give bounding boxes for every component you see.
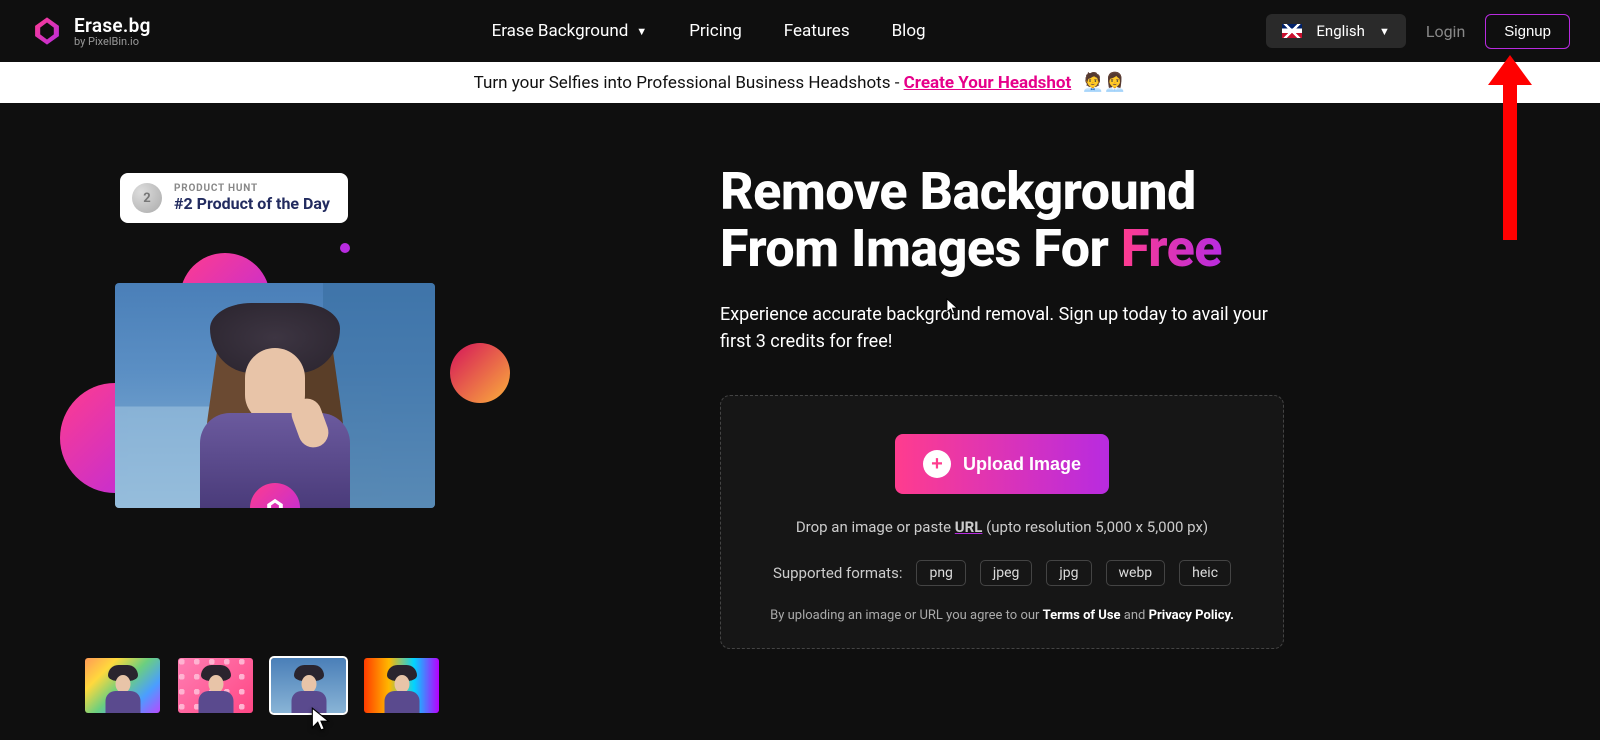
main-nav: Erase Background ▼ Pricing Features Blog bbox=[492, 21, 926, 41]
logo-icon bbox=[30, 14, 64, 48]
upload-image-button[interactable]: + Upload Image bbox=[895, 434, 1109, 494]
nav-blog[interactable]: Blog bbox=[892, 21, 926, 41]
decorative-bubble bbox=[340, 243, 350, 253]
terms-link[interactable]: Terms of Use bbox=[1043, 608, 1121, 623]
preview-image bbox=[115, 283, 435, 508]
signup-button[interactable]: Signup bbox=[1485, 14, 1570, 49]
formats-label: Supported formats: bbox=[773, 564, 903, 582]
ph-label: PRODUCT HUNT bbox=[174, 183, 330, 194]
language-select[interactable]: English ▼ bbox=[1266, 14, 1405, 48]
terms-text: By uploading an image or URL you agree t… bbox=[751, 608, 1253, 623]
decorative-bubble bbox=[450, 343, 510, 403]
hero-text-column: Remove Background From Images For Free E… bbox=[720, 143, 1540, 713]
format-pill: webp bbox=[1106, 560, 1166, 586]
product-hunt-badge[interactable]: 2 PRODUCT HUNT #2 Product of the Day bbox=[120, 173, 348, 223]
hero-subtitle: Experience accurate background removal. … bbox=[720, 301, 1280, 355]
header: Erase.bg by PixelBin.io Erase Background… bbox=[0, 0, 1600, 62]
plus-icon: + bbox=[923, 450, 951, 478]
thumbnail[interactable] bbox=[178, 658, 253, 713]
nav-features[interactable]: Features bbox=[784, 21, 850, 41]
chevron-down-icon: ▼ bbox=[1379, 25, 1390, 38]
main-content: 2 PRODUCT HUNT #2 Product of the Day bbox=[0, 103, 1600, 713]
format-pill: jpeg bbox=[980, 560, 1033, 586]
banner-text: Turn your Selfies into Professional Busi… bbox=[474, 73, 904, 93]
banner-link[interactable]: Create Your Headshot bbox=[904, 73, 1072, 93]
header-right: English ▼ Login Signup bbox=[1266, 14, 1570, 49]
language-label: English bbox=[1316, 22, 1365, 40]
paste-url-link[interactable]: URL bbox=[955, 518, 983, 536]
medal-icon: 2 bbox=[132, 183, 162, 213]
promo-banner: Turn your Selfies into Professional Busi… bbox=[0, 62, 1600, 103]
thumbnail[interactable] bbox=[364, 658, 439, 713]
nav-pricing[interactable]: Pricing bbox=[689, 21, 742, 41]
upload-box[interactable]: + Upload Image Drop an image or paste UR… bbox=[720, 395, 1284, 649]
format-pill: png bbox=[916, 560, 965, 586]
logo-title: Erase.bg bbox=[74, 14, 151, 37]
logo[interactable]: Erase.bg by PixelBin.io bbox=[30, 14, 151, 48]
hero-title: Remove Background From Images For Free bbox=[720, 163, 1540, 277]
flag-icon bbox=[1282, 24, 1302, 38]
drop-instruction: Drop an image or paste URL (upto resolut… bbox=[751, 518, 1253, 536]
thumbnail[interactable] bbox=[85, 658, 160, 713]
format-pill: heic bbox=[1179, 560, 1231, 586]
nav-erase-background[interactable]: Erase Background ▼ bbox=[492, 21, 648, 41]
ph-rank: #2 Product of the Day bbox=[174, 194, 330, 213]
chevron-down-icon: ▼ bbox=[636, 25, 647, 38]
banner-emoji: 🧑‍💼👩‍💼 bbox=[1082, 72, 1127, 93]
preview-area bbox=[90, 283, 530, 613]
formats-row: Supported formats: png jpeg jpg webp hei… bbox=[751, 560, 1253, 586]
privacy-link[interactable]: Privacy Policy. bbox=[1149, 608, 1234, 623]
hero-preview-column: 2 PRODUCT HUNT #2 Product of the Day bbox=[60, 143, 660, 713]
login-link[interactable]: Login bbox=[1426, 22, 1465, 41]
format-pill: jpg bbox=[1046, 560, 1091, 586]
logo-subtitle: by PixelBin.io bbox=[74, 35, 151, 48]
thumbnail-row bbox=[85, 658, 660, 713]
thumbnail-active[interactable] bbox=[271, 658, 346, 713]
sample-person bbox=[185, 298, 365, 508]
